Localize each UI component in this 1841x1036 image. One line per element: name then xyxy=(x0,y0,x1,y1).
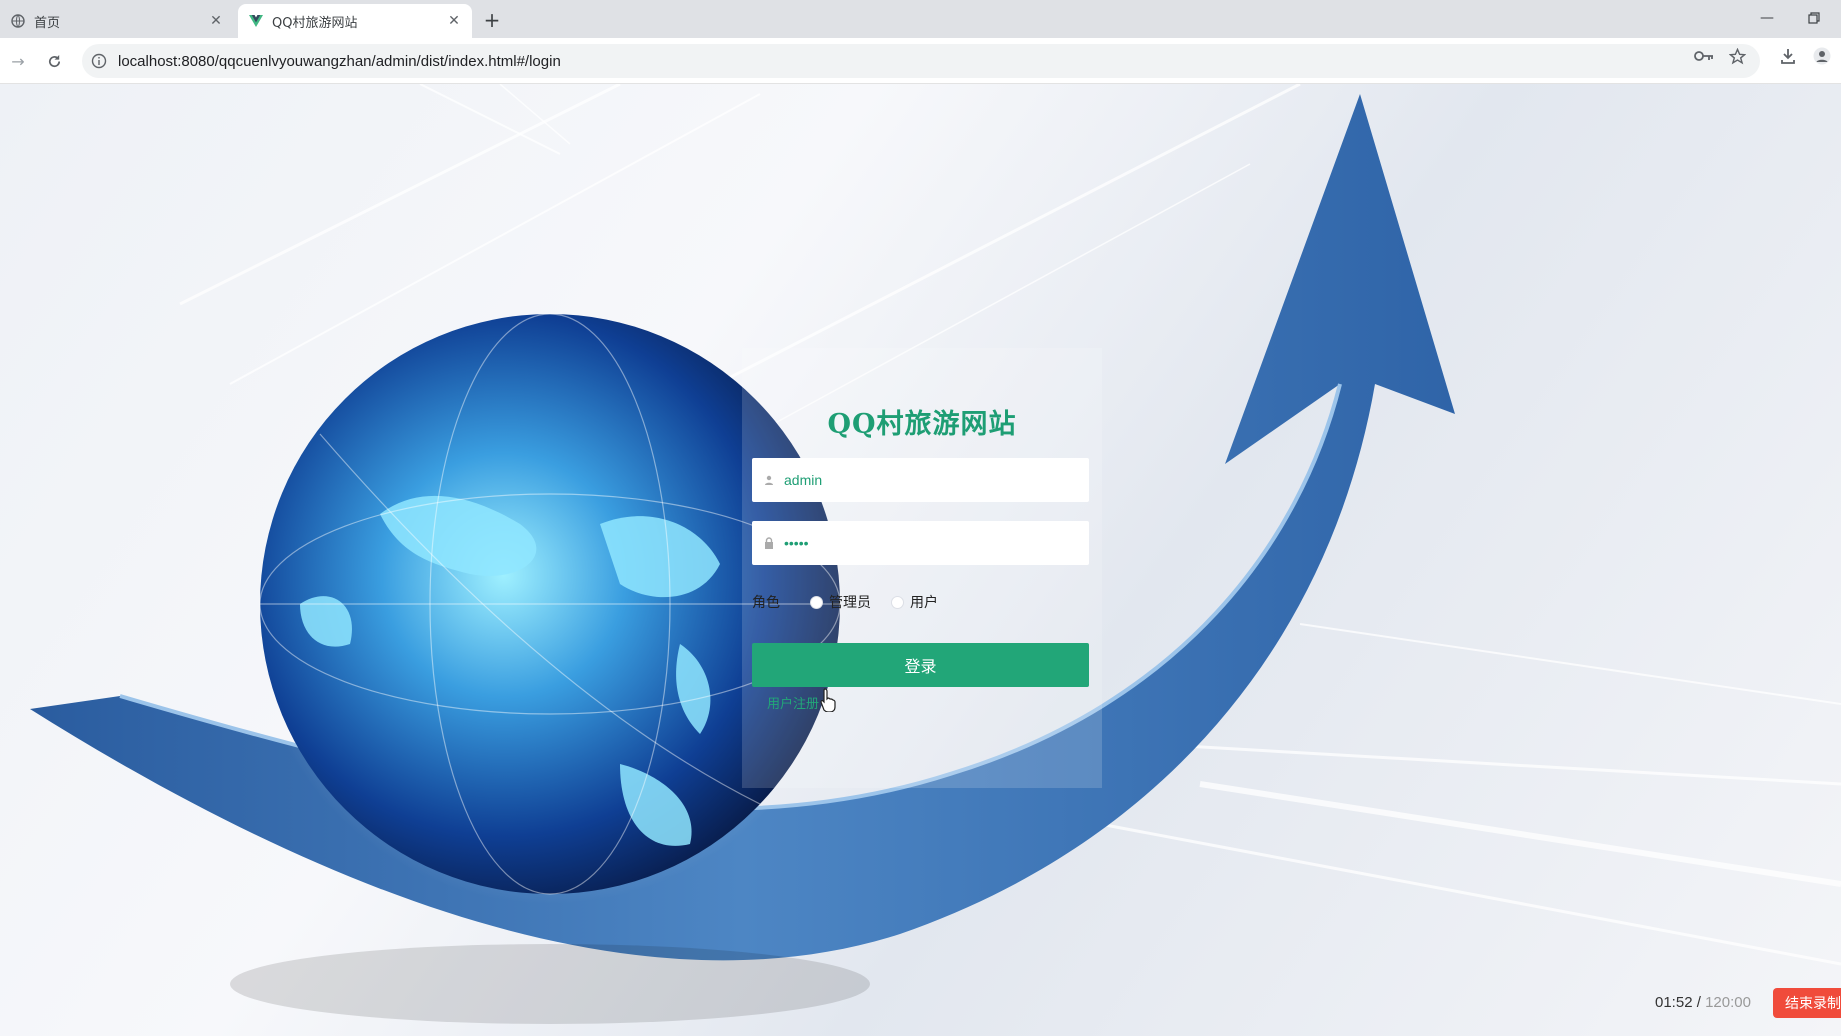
tab-qq-village[interactable]: QQ村旅游网站 ✕ xyxy=(238,4,472,38)
close-icon[interactable]: ✕ xyxy=(206,11,226,31)
url-text: localhost:8080/qqcuenlvyouwangzhan/admin… xyxy=(118,52,561,70)
vue-logo-icon xyxy=(248,13,264,29)
stop-recording-button[interactable]: 结束录制 xyxy=(1773,988,1841,1018)
role-radio-admin[interactable] xyxy=(810,595,823,609)
password-key-icon[interactable] xyxy=(1694,46,1714,66)
site-info-icon[interactable] xyxy=(90,52,108,70)
lock-icon xyxy=(762,536,776,550)
restore-icon[interactable] xyxy=(1800,6,1828,30)
globe-icon xyxy=(10,13,26,29)
role-label: 角色 xyxy=(752,595,780,611)
download-icon[interactable] xyxy=(1778,46,1798,66)
hand-cursor-icon xyxy=(820,688,836,712)
reload-icon[interactable] xyxy=(40,47,68,75)
username-field[interactable] xyxy=(752,458,1089,502)
recording-timer: 01:52 / 120:00 xyxy=(1655,994,1751,1011)
username-input[interactable] xyxy=(784,472,1074,488)
role-selector: 角色 管理员 用户 xyxy=(752,591,958,613)
tab-title: QQ村旅游网站 xyxy=(272,15,358,31)
login-page: QQ村旅游网站 角色 管理员 用户 登录 用户注册 01:52 / 120:00… xyxy=(0,84,1841,1036)
role-option-user[interactable]: 用户 xyxy=(910,592,938,612)
password-input[interactable] xyxy=(784,535,1074,551)
user-icon xyxy=(762,473,776,487)
profile-avatar-icon[interactable] xyxy=(1812,46,1832,66)
elapsed-time: 01:52 xyxy=(1655,994,1693,1011)
address-bar[interactable]: localhost:8080/qqcuenlvyouwangzhan/admin… xyxy=(82,44,1760,78)
register-link[interactable]: 用户注册 xyxy=(767,693,819,712)
browser-toolbar: → localhost:8080/qqcuenlvyouwangzhan/adm… xyxy=(0,38,1841,84)
tab-title: 首页 xyxy=(34,15,61,31)
tab-strip: 首页 ✕ QQ村旅游网站 ✕ + — xyxy=(0,0,1841,38)
new-tab-icon[interactable]: + xyxy=(478,6,506,34)
bookmark-star-icon[interactable] xyxy=(1727,46,1747,66)
tab-home[interactable]: 首页 ✕ xyxy=(0,4,234,38)
password-field[interactable] xyxy=(752,521,1089,565)
forward-arrow-icon[interactable]: → xyxy=(4,47,32,75)
minimize-icon[interactable]: — xyxy=(1753,6,1781,30)
timer-separator: / xyxy=(1696,994,1701,1011)
role-radio-user[interactable] xyxy=(891,595,904,609)
login-button[interactable]: 登录 xyxy=(752,643,1089,687)
total-time: 120:00 xyxy=(1705,994,1751,1011)
role-option-admin[interactable]: 管理员 xyxy=(829,592,871,612)
close-icon[interactable]: ✕ xyxy=(444,11,464,31)
site-title: QQ村旅游网站 xyxy=(827,409,1017,440)
